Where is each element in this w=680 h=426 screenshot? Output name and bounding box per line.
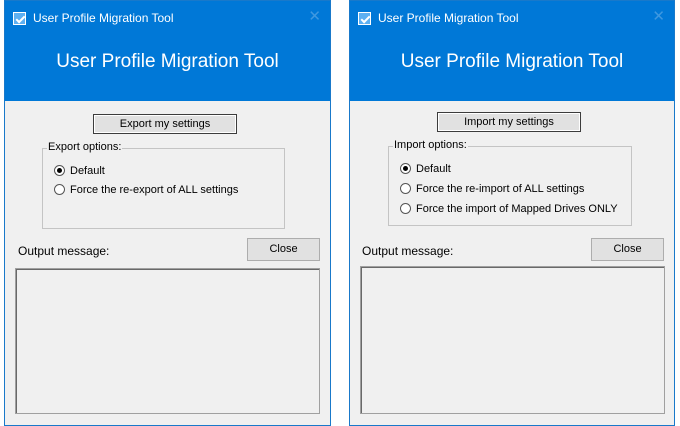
app-icon <box>13 12 26 25</box>
title-bar[interactable]: User Profile Migration Tool ✕ User Profi… <box>5 1 330 101</box>
banner-title: User Profile Migration Tool <box>56 51 279 72</box>
export-options-legend: Export options: <box>47 141 123 153</box>
radio-force-reimport[interactable] <box>400 183 411 194</box>
export-settings-button[interactable]: Export my settings <box>93 114 237 134</box>
radio-default[interactable] <box>400 163 411 174</box>
app-icon <box>358 12 371 25</box>
close-icon[interactable]: ✕ <box>308 9 321 24</box>
banner-title: User Profile Migration Tool <box>400 51 624 72</box>
window-title: User Profile Migration Tool <box>378 11 519 25</box>
output-message-box[interactable] <box>360 266 665 414</box>
close-button[interactable]: Close <box>591 238 664 261</box>
output-message-box[interactable] <box>15 268 320 414</box>
export-window: User Profile Migration Tool ✕ User Profi… <box>4 0 331 426</box>
output-message-label: Output message: <box>18 244 110 258</box>
close-button[interactable]: Close <box>247 238 320 261</box>
window-title: User Profile Migration Tool <box>33 11 174 25</box>
radio-force-reexport[interactable] <box>54 184 65 195</box>
import-options-legend: Import options: <box>393 139 468 151</box>
radio-default[interactable] <box>54 165 65 176</box>
radio-mapped-drives[interactable] <box>400 203 411 214</box>
export-options-group: Export options: Default Force the re-exp… <box>42 141 285 229</box>
import-settings-button[interactable]: Import my settings <box>437 112 581 132</box>
output-message-label: Output message: <box>362 244 454 258</box>
close-icon[interactable]: ✕ <box>652 9 665 24</box>
import-window: User Profile Migration Tool ✕ User Profi… <box>349 0 675 426</box>
import-options-group: Import options: Default Force the re-imp… <box>388 139 632 226</box>
title-bar[interactable]: User Profile Migration Tool ✕ User Profi… <box>350 1 674 101</box>
